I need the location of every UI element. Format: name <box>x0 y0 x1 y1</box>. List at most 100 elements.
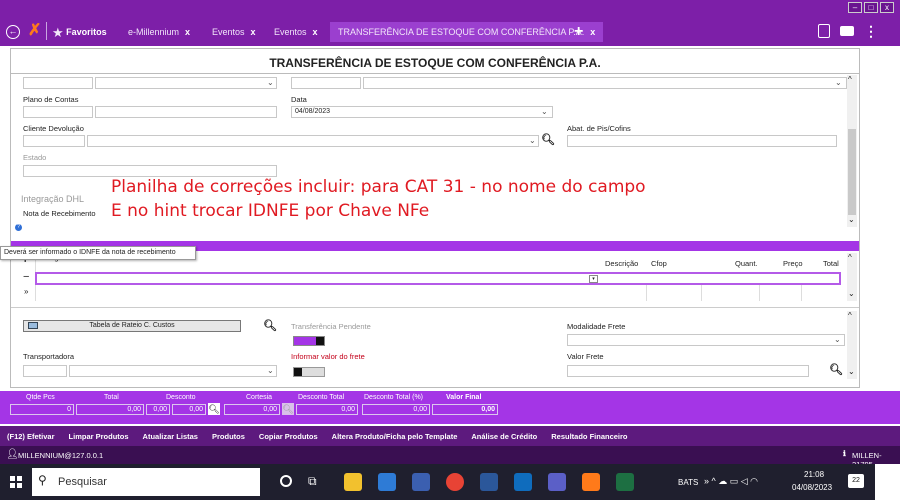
tab-favorites[interactable]: ★ Favoritos <box>52 22 107 42</box>
informar-frete-toggle[interactable] <box>293 367 325 377</box>
scroll-down-icon[interactable]: ⌄ <box>848 289 855 298</box>
teams-icon[interactable] <box>548 473 566 491</box>
col-quant[interactable]: Quant. <box>735 259 758 268</box>
atualizar-listas-button[interactable]: Atualizar Listas <box>136 432 205 441</box>
copiar-produtos-button[interactable]: Copiar Produtos <box>252 432 325 441</box>
tab-eventos-2[interactable]: Eventos x <box>274 22 318 42</box>
search-icon[interactable]: 🔍︎ <box>208 403 220 415</box>
grid-expand-button[interactable]: » <box>24 287 28 296</box>
transportadora-field-2[interactable] <box>69 365 277 377</box>
scroll-down-icon[interactable]: ⌄ <box>848 367 855 376</box>
taskbar-search[interactable]: ⚲ Pesquisar <box>32 468 260 496</box>
top-field-3[interactable] <box>291 77 361 89</box>
tab-e-millennium[interactable]: e-Millennium x <box>128 22 190 42</box>
tab-eventos-1[interactable]: Eventos x <box>212 22 256 42</box>
chrome-icon[interactable] <box>446 473 464 491</box>
transportadora-field-1[interactable] <box>23 365 67 377</box>
task-view-icon[interactable]: ⧉ <box>308 474 317 489</box>
divider <box>46 22 47 40</box>
cortana-icon[interactable] <box>280 475 292 487</box>
close-icon[interactable]: x <box>185 27 190 37</box>
add-tab-button[interactable]: + <box>574 22 583 42</box>
millennium-icon[interactable] <box>582 473 600 491</box>
close-icon[interactable]: x <box>251 27 256 37</box>
chevron-down-icon[interactable]: ⌄ <box>529 136 536 145</box>
file-explorer-icon[interactable] <box>344 473 362 491</box>
chevron-down-icon[interactable]: ⌄ <box>267 78 274 87</box>
close-icon[interactable]: x <box>590 27 595 37</box>
tray-label[interactable]: BATS <box>678 478 698 487</box>
word-icon[interactable] <box>480 473 498 491</box>
qtde-pcs-value[interactable]: 0 <box>10 404 74 415</box>
abat-pis-cofins-field[interactable] <box>567 135 837 147</box>
data-field[interactable]: 04/08/2023 <box>291 106 553 118</box>
resultado-financeiro-button[interactable]: Resultado Financeiro <box>544 432 634 441</box>
maximize-icon[interactable]: □ <box>864 2 878 13</box>
close-window-icon[interactable]: x <box>880 2 894 13</box>
app-icon[interactable] <box>412 473 430 491</box>
close-icon[interactable]: x <box>313 27 318 37</box>
limpar-produtos-button[interactable]: Limpar Produtos <box>62 432 136 441</box>
col-cfop[interactable]: Cfop <box>651 259 667 268</box>
col-descricao[interactable]: Descrição <box>605 259 638 268</box>
desconto-value-a[interactable]: 0,00 <box>146 404 170 415</box>
estado-field[interactable] <box>23 165 277 177</box>
clock-time[interactable]: 21:08 <box>804 470 824 479</box>
total-value[interactable]: 0,00 <box>76 404 144 415</box>
search-icon[interactable]: 🔍︎ <box>541 133 555 146</box>
desconto-value-b[interactable]: 0,00 <box>172 404 206 415</box>
modalidade-frete-field[interactable] <box>567 334 845 346</box>
tab-transferencia[interactable]: TRANSFERÊNCIA DE ESTOQUE COM CONFERÊNCIA… <box>330 22 604 42</box>
grid-row-editing[interactable] <box>35 272 841 285</box>
analise-credito-button[interactable]: Análise de Crédito <box>464 432 544 441</box>
app-icon[interactable] <box>378 473 396 491</box>
top-field-4[interactable] <box>363 77 847 89</box>
chevron-down-icon[interactable]: ⌄ <box>834 335 841 344</box>
scroll-down-icon[interactable]: ⌄ <box>848 215 855 224</box>
plano-contas-field-2[interactable] <box>95 106 277 118</box>
more-menu-icon[interactable]: ⋮ <box>864 22 878 40</box>
desconto-total-value[interactable]: 0,00 <box>296 404 358 415</box>
scroll-thumb[interactable] <box>848 129 856 215</box>
scroll-up-icon[interactable]: ^ <box>848 253 852 262</box>
efetivar-button[interactable]: (F12) Efetivar <box>0 432 62 441</box>
chevron-down-icon[interactable]: ⌄ <box>541 107 548 116</box>
help-icon[interactable]: ? <box>15 224 22 231</box>
clock-date[interactable]: 04/08/2023 <box>792 483 832 492</box>
valor-frete-field[interactable] <box>567 365 809 377</box>
tray-icons[interactable]: » ^ ☁ ▭ ◁ ◠ <box>704 476 758 487</box>
top-field-2[interactable] <box>95 77 277 89</box>
top-scrollbar[interactable]: ^ ⌄ <box>847 75 857 227</box>
rateio-button[interactable]: Tabela de Rateio C. Custos <box>23 320 241 332</box>
cortesia-value[interactable]: 0,00 <box>224 404 280 415</box>
chat-icon[interactable] <box>840 26 854 36</box>
produtos-button[interactable]: Produtos <box>205 432 252 441</box>
scroll-up-icon[interactable]: ^ <box>848 75 852 84</box>
windows-start-icon[interactable] <box>10 476 22 488</box>
minimize-icon[interactable]: – <box>848 2 862 13</box>
outlook-icon[interactable] <box>514 473 532 491</box>
clipboard-icon[interactable] <box>818 24 830 38</box>
grid-remove-button[interactable]: − <box>23 271 29 283</box>
scroll-up-icon[interactable]: ^ <box>848 311 852 320</box>
cliente-devolucao-field-1[interactable] <box>23 135 85 147</box>
info-icon: ℹ <box>843 449 846 458</box>
excel-icon[interactable] <box>616 473 634 491</box>
desconto-total-pct-value[interactable]: 0,00 <box>362 404 430 415</box>
col-total[interactable]: Total <box>823 259 839 268</box>
col-preco[interactable]: Preço <box>783 259 803 268</box>
cliente-devolucao-field-2[interactable] <box>87 135 539 147</box>
notification-badge[interactable]: 22 <box>848 474 864 488</box>
transferencia-pendente-toggle[interactable] <box>293 336 325 346</box>
row-dropdown-icon[interactable]: ▾ <box>589 275 598 283</box>
top-field-1[interactable] <box>23 77 93 89</box>
search-icon[interactable]: 🔍︎ <box>263 319 277 332</box>
lower-scrollbar[interactable]: ^ ⌄ <box>847 311 857 379</box>
altera-produto-button[interactable]: Altera Produto/Ficha pelo Template <box>325 432 465 441</box>
plano-contas-field-1[interactable] <box>23 106 93 118</box>
grid-scrollbar[interactable]: ^ ⌄ <box>847 253 857 301</box>
chevron-down-icon[interactable]: ⌄ <box>267 366 274 375</box>
back-icon[interactable]: ← <box>6 25 20 39</box>
chevron-down-icon[interactable]: ⌄ <box>835 78 842 87</box>
search-icon[interactable]: 🔍︎ <box>829 363 843 376</box>
